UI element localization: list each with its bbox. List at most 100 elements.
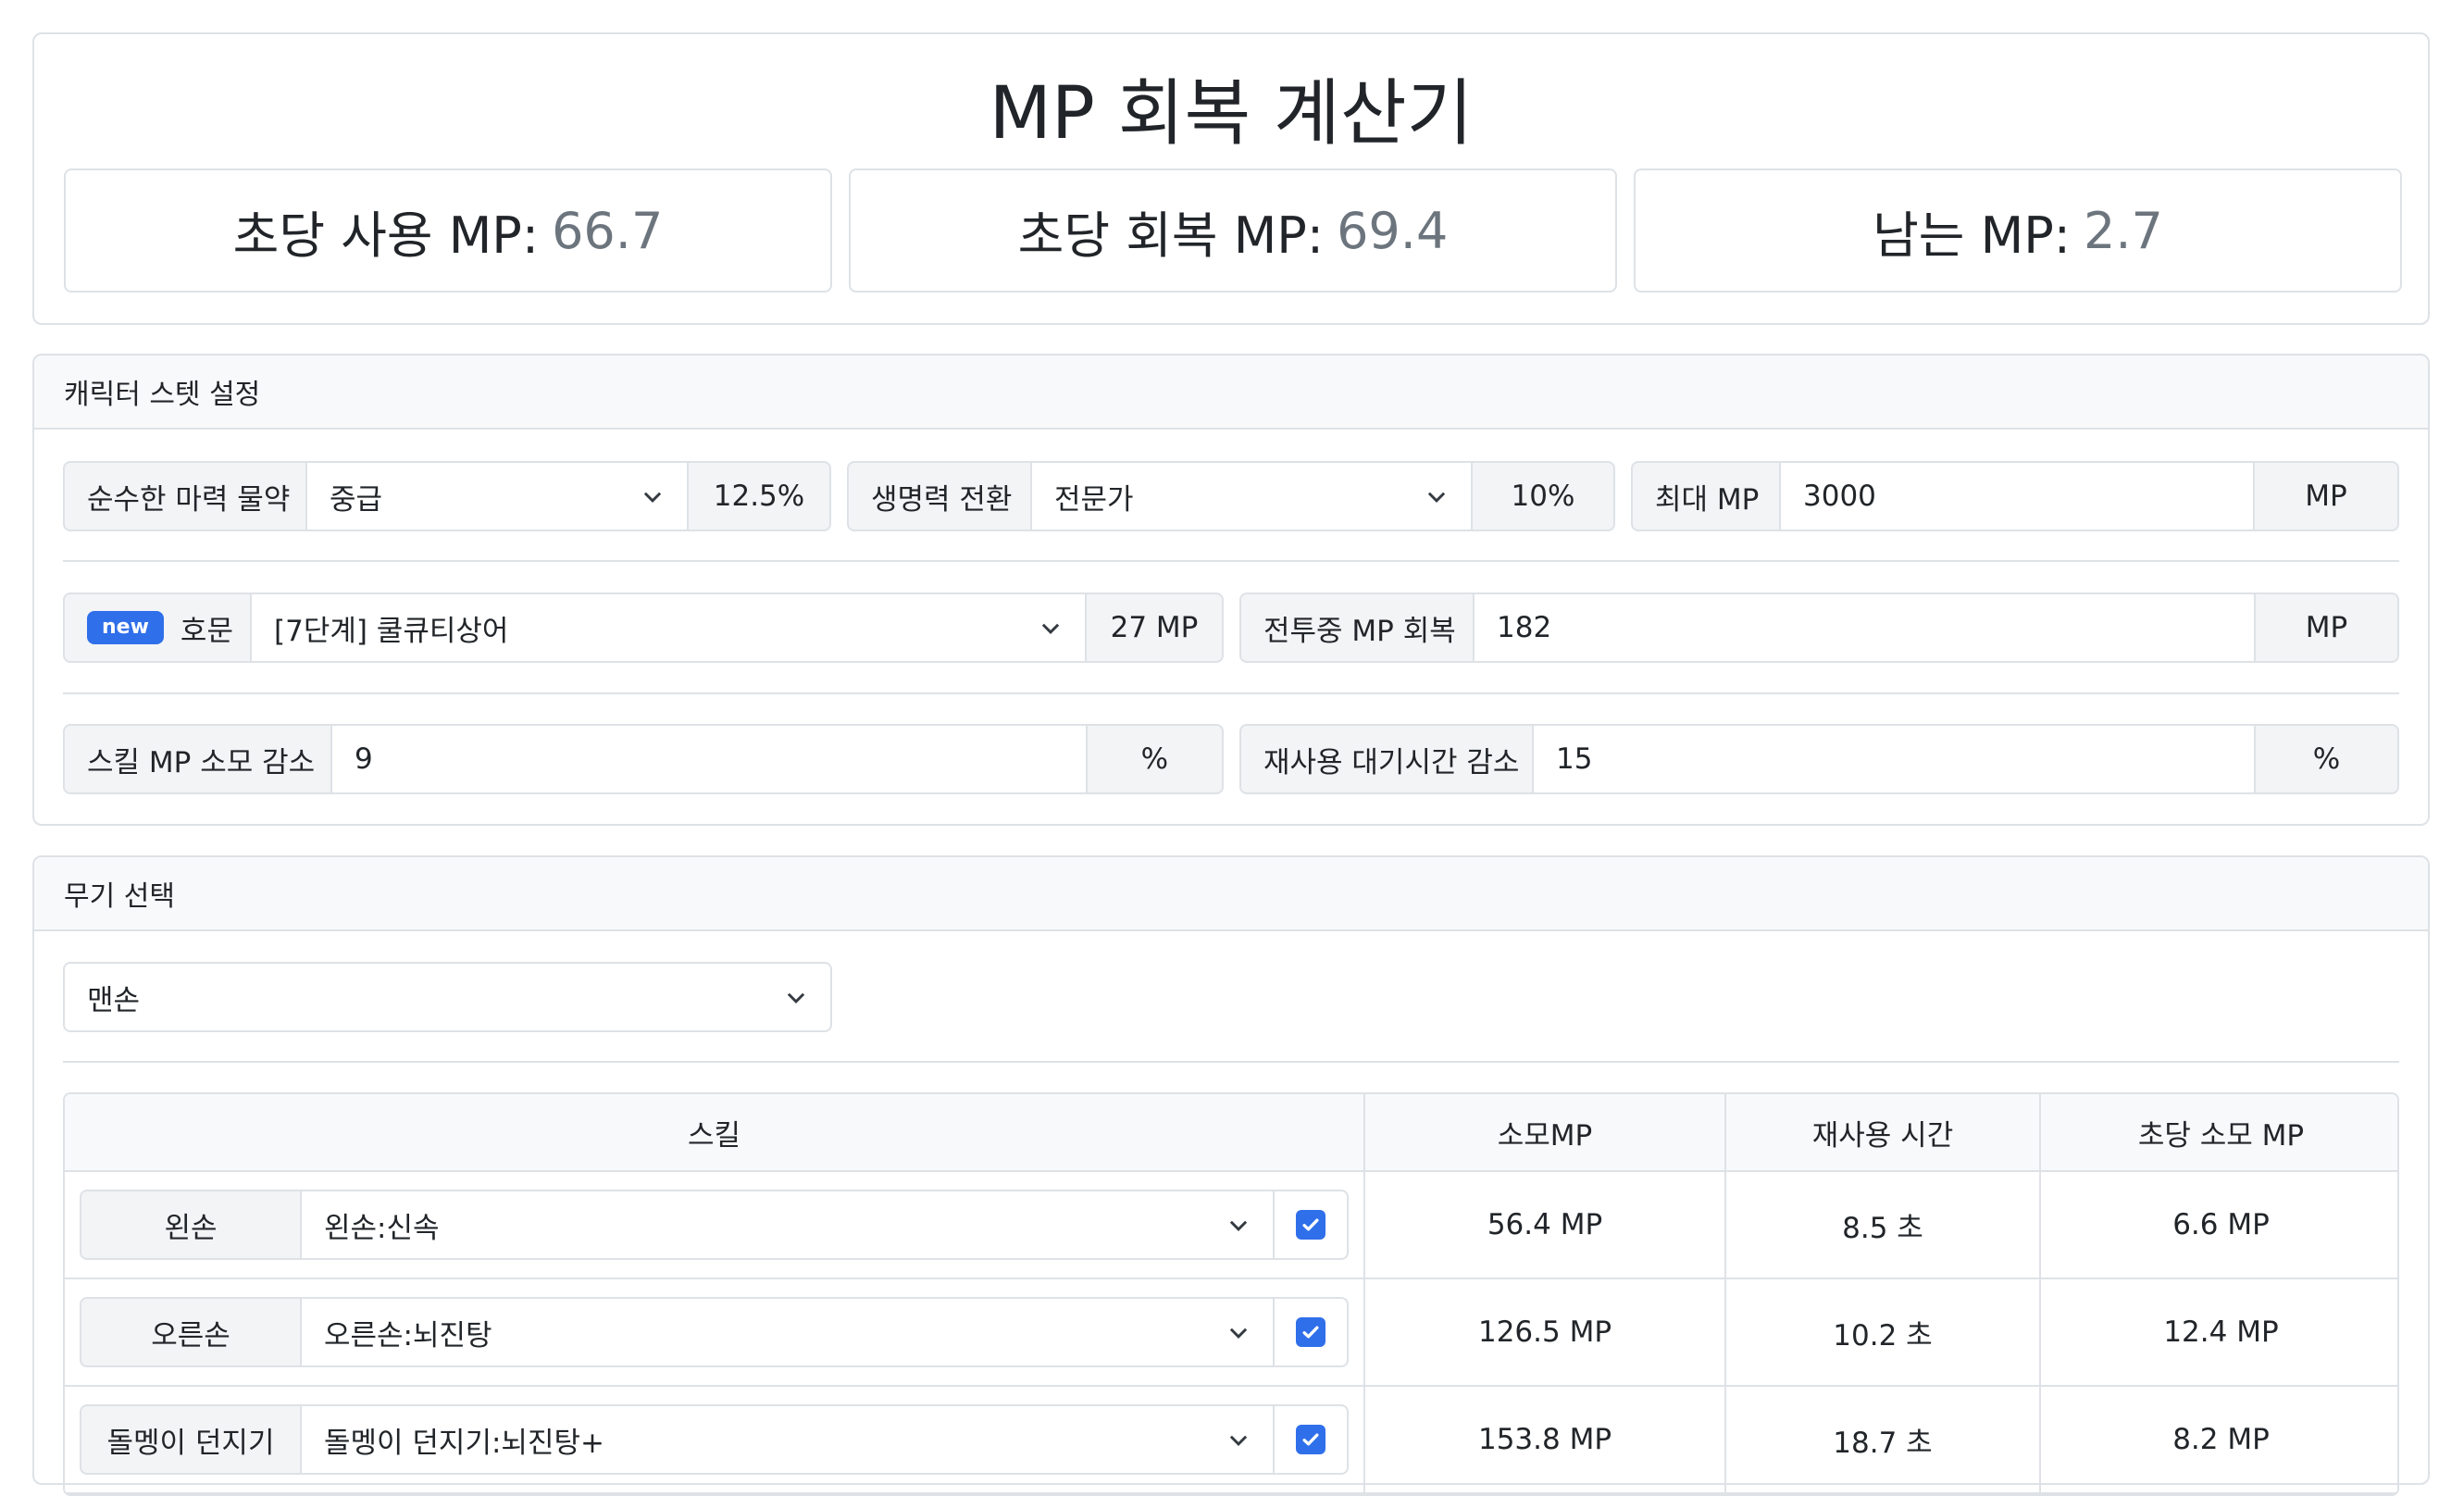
chevron-down-icon	[1229, 1328, 1248, 1339]
skill-slot-label: 오른손	[80, 1297, 302, 1367]
max-mp-input[interactable]: 3000	[1779, 461, 2255, 531]
column-header: 재사용 시간	[1725, 1094, 2041, 1172]
skill-checkbox-wrapper	[1273, 1190, 1349, 1260]
page-title: MP 회복 계산기	[989, 72, 1474, 156]
skill-cell: 돌멩이 던지기 돌멩이 던지기:뇌진탕+	[65, 1386, 1365, 1494]
stat-recovery-per-sec: 초당 회복 MP: 69.4	[849, 168, 1617, 293]
skill-checkbox-wrapper	[1273, 1297, 1349, 1367]
skill-selected: 왼손:신속	[324, 1211, 440, 1245]
cooldown-cell: 8.5 초	[1725, 1171, 2041, 1279]
combat-mp-unit: MP	[2254, 592, 2399, 663]
stat-value: 69.4	[1337, 201, 1449, 260]
weapon-selected: 맨손	[87, 983, 141, 1017]
stat-value: 2.7	[2083, 201, 2163, 260]
table-row: 왼손 왼손:신속 56.4 MP 8.5 초 6.6 MP	[65, 1171, 2397, 1279]
potion-value: 12.5%	[687, 461, 831, 531]
check-icon	[1302, 1326, 1319, 1339]
combat-mp-label: 전투중 MP 회복	[1239, 592, 1475, 663]
skill-select[interactable]: 돌멩이 던지기:뇌진탕+	[300, 1404, 1275, 1475]
title-item-label: new 호문	[63, 592, 252, 663]
skill-mp-reduction-group: 스킬 MP 소모 감소 9 %	[63, 724, 1224, 794]
skill-checkbox[interactable]	[1296, 1210, 1325, 1240]
table-header-row: 스킬 소모MP 재사용 시간 초당 소모 MP	[65, 1094, 2397, 1172]
chevron-down-icon	[1427, 492, 1446, 503]
title-item-group: new 호문 [7단계] 쿨큐티상어 27 MP	[63, 592, 1224, 663]
character-stats-header: 캐릭터 스텟 설정	[34, 355, 2428, 430]
skill-group: 돌멩이 던지기 돌멩이 던지기:뇌진탕+	[80, 1404, 1349, 1475]
per-second-cell: 8.2 MP	[2040, 1386, 2397, 1494]
skill-slot-label: 왼손	[80, 1190, 302, 1260]
per-second-cell: 6.6 MP	[2040, 1171, 2397, 1279]
weapon-header: 무기 선택	[34, 857, 2428, 931]
divider	[63, 692, 2399, 694]
chevron-down-icon	[787, 992, 805, 1004]
cooldown-reduction-input[interactable]: 15	[1532, 724, 2256, 794]
divider	[63, 560, 2399, 562]
stat-label: 남는 MP:	[1873, 206, 2071, 265]
skill-mp-reduction-input[interactable]: 9	[330, 724, 1088, 794]
skill-cell: 왼손 왼손:신속	[65, 1171, 1365, 1279]
check-icon	[1302, 1218, 1319, 1231]
stat-remaining-mp: 남는 MP: 2.7	[1634, 168, 2402, 293]
skill-cell: 오른손 오른손:뇌진탕	[65, 1278, 1365, 1387]
max-mp-group: 최대 MP 3000 MP	[1631, 461, 2399, 531]
life-conversion-group: 생명력 전환 전문가 10%	[847, 461, 1615, 531]
column-header: 소모MP	[1364, 1094, 1726, 1172]
chevron-down-icon	[643, 492, 662, 503]
cooldown-reduction-unit: %	[2254, 724, 2399, 794]
divider	[63, 1061, 2399, 1063]
mp-cost-cell: 56.4 MP	[1364, 1171, 1726, 1279]
new-badge: new	[87, 610, 164, 645]
life-conversion-selected: 전문가	[1054, 482, 1134, 517]
life-conversion-label: 생명력 전환	[847, 461, 1032, 531]
max-mp-unit: MP	[2253, 461, 2399, 531]
skill-group: 왼손 왼손:신속	[80, 1190, 1349, 1260]
combat-mp-group: 전투중 MP 회복 182 MP	[1239, 592, 2399, 663]
skill-table: 스킬 소모MP 재사용 시간 초당 소모 MP 왼손 왼손:신속 56.4 MP…	[63, 1092, 2399, 1496]
chevron-down-icon	[1229, 1435, 1248, 1446]
skill-group: 오른손 오른손:뇌진탕	[80, 1297, 1349, 1367]
table-row: 돌멩이 던지기 돌멩이 던지기:뇌진탕+ 153.8 MP 18.7 초 8.2…	[65, 1386, 2397, 1494]
potion-select[interactable]: 중급	[305, 461, 689, 531]
skill-mp-reduction-unit: %	[1085, 724, 1224, 794]
skill-select[interactable]: 오른손:뇌진탕	[300, 1297, 1275, 1367]
life-conversion-value: 10%	[1471, 461, 1615, 531]
skill-slot-label: 돌멩이 던지기	[80, 1404, 302, 1475]
skill-selected: 돌멩이 던지기:뇌진탕+	[324, 1426, 604, 1460]
cooldown-cell: 10.2 초	[1725, 1278, 2041, 1387]
title-item-value: 27 MP	[1085, 592, 1224, 663]
skill-checkbox-wrapper	[1273, 1404, 1349, 1475]
mp-cost-cell: 153.8 MP	[1364, 1386, 1726, 1494]
mp-cost-cell: 126.5 MP	[1364, 1278, 1726, 1387]
chevron-down-icon	[1041, 623, 1060, 634]
chevron-down-icon	[1229, 1220, 1248, 1231]
summary-card: MP 회복 계산기 초당 사용 MP: 66.7 초당 회복 MP: 69.4 …	[32, 32, 2430, 325]
life-conversion-select[interactable]: 전문가	[1030, 461, 1473, 531]
per-second-cell: 12.4 MP	[2040, 1278, 2397, 1387]
cooldown-reduction-label: 재사용 대기시간 감소	[1239, 724, 1534, 794]
skill-checkbox[interactable]	[1296, 1317, 1325, 1347]
potion-group: 순수한 마력 물약 중급 12.5%	[63, 461, 831, 531]
stat-usage-per-sec: 초당 사용 MP: 66.7	[64, 168, 832, 293]
weapon-select-group: 맨손	[63, 962, 832, 1032]
max-mp-label: 최대 MP	[1631, 461, 1781, 531]
table-row: 오른손 오른손:뇌진탕 126.5 MP 10.2 초 12.4 MP	[65, 1278, 2397, 1387]
stat-label: 초당 사용 MP:	[232, 206, 540, 265]
title-item-select[interactable]: [7단계] 쿨큐티상어	[250, 592, 1087, 663]
skill-selected: 오른손:뇌진탕	[324, 1318, 492, 1353]
potion-selected: 중급	[330, 482, 383, 517]
cooldown-cell: 18.7 초	[1725, 1386, 2041, 1494]
combat-mp-input[interactable]: 182	[1473, 592, 2256, 663]
check-icon	[1302, 1433, 1319, 1446]
stat-label: 초당 회복 MP:	[1017, 206, 1325, 265]
title-item-label-text: 호문	[180, 614, 233, 648]
potion-label: 순수한 마력 물약	[63, 461, 307, 531]
column-header: 초당 소모 MP	[2040, 1094, 2397, 1172]
skill-mp-reduction-label: 스킬 MP 소모 감소	[63, 724, 332, 794]
title-item-selected: [7단계] 쿨큐티상어	[274, 614, 509, 648]
column-header: 스킬	[65, 1094, 1365, 1172]
skill-select[interactable]: 왼손:신속	[300, 1190, 1275, 1260]
weapon-select[interactable]: 맨손	[63, 962, 832, 1032]
stat-value: 66.7	[552, 201, 664, 260]
skill-checkbox[interactable]	[1296, 1425, 1325, 1454]
